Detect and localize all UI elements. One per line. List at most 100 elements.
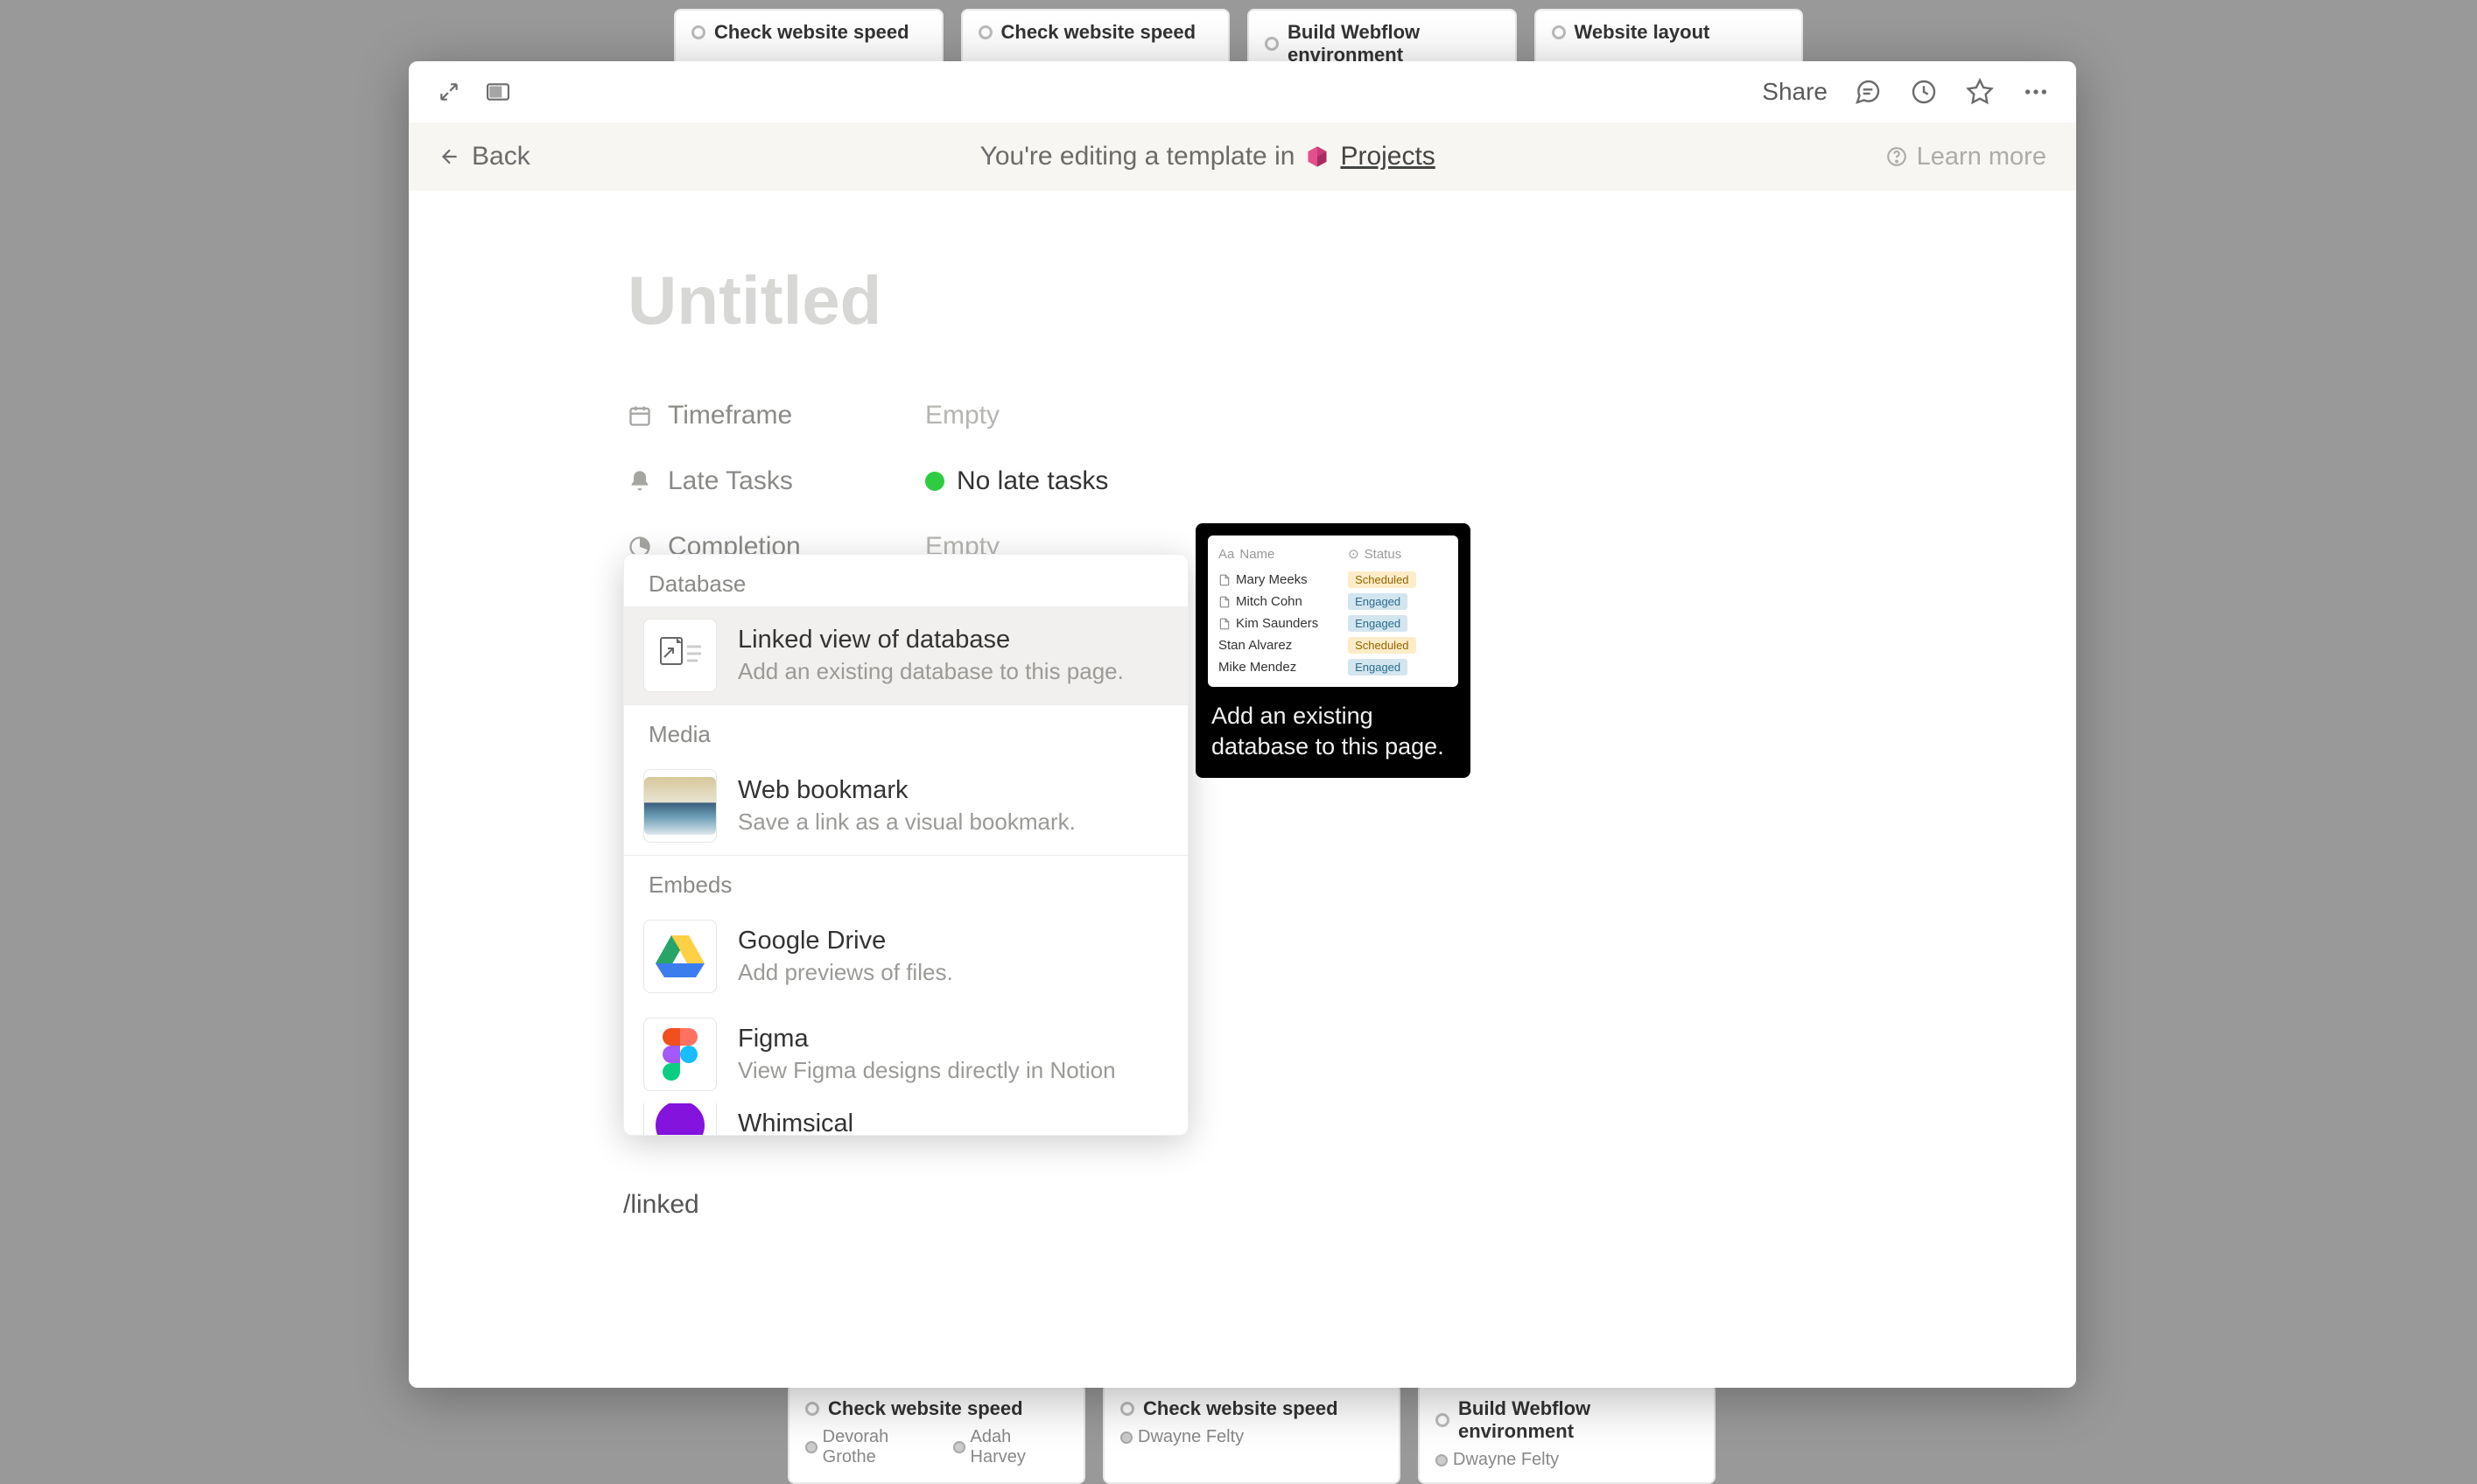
bell-icon bbox=[628, 469, 652, 494]
favorite-icon[interactable] bbox=[1964, 76, 1996, 108]
menu-item-desc: View Figma designs directly in Notion bbox=[738, 1057, 1168, 1084]
linked-db-icon bbox=[643, 619, 717, 692]
property-value[interactable]: No late tasks bbox=[925, 466, 1108, 496]
menu-item-desc: Save a link as a visual bookmark. bbox=[738, 808, 1168, 836]
task-label: Build Webflow environment bbox=[1458, 1397, 1698, 1443]
back-label: Back bbox=[472, 142, 530, 172]
row-name: Mary Meeks bbox=[1236, 572, 1308, 587]
menu-item-web-bookmark[interactable]: Web bookmark Save a link as a visual boo… bbox=[624, 757, 1188, 855]
text-icon: Aa bbox=[1218, 547, 1234, 562]
avatar-icon bbox=[953, 1441, 965, 1453]
property-label: Timeframe bbox=[668, 401, 792, 430]
row-name: Stan Alvarez bbox=[1218, 638, 1292, 653]
avatar-icon bbox=[1120, 1432, 1133, 1444]
col-header-name: Name bbox=[1239, 547, 1274, 562]
status-badge: Scheduled bbox=[1348, 637, 1415, 654]
task-label: Check website speed bbox=[828, 1397, 1023, 1420]
menu-item-figma[interactable]: Figma View Figma designs directly in Not… bbox=[624, 1005, 1188, 1103]
property-label: Late Tasks bbox=[668, 466, 793, 496]
expand-icon[interactable] bbox=[433, 76, 465, 108]
menu-item-desc: Add previews of files. bbox=[738, 959, 1168, 986]
menu-item-title: Whimsical bbox=[738, 1110, 1168, 1136]
table-row: Kim SaundersEngaged bbox=[1218, 612, 1448, 634]
document-icon bbox=[1218, 596, 1231, 608]
preview-tooltip: Aa Name ⊙ Status Mary Meeks Scheduled Mitch … bbox=[1196, 523, 1470, 778]
row-name: Mitch Cohn bbox=[1236, 594, 1302, 609]
task-label: Build Webflow environment bbox=[1288, 21, 1499, 66]
task-check-icon bbox=[805, 1402, 819, 1416]
menu-item-desc: Add an existing database to this page. bbox=[738, 658, 1168, 685]
assignee-name: Adah Harvey bbox=[971, 1427, 1068, 1467]
property-timeframe[interactable]: Timeframe Empty bbox=[628, 382, 1857, 448]
page-content: Untitled Timeframe Empty Late Tasks No l… bbox=[409, 191, 2076, 1388]
template-banner: Back You're editing a template in Projec… bbox=[409, 122, 2076, 191]
task-label: Website layout bbox=[1575, 21, 1710, 44]
status-badge: Engaged bbox=[1348, 659, 1407, 676]
page-modal: Share Back You're editing a template in bbox=[409, 61, 2076, 1388]
page-title[interactable]: Untitled bbox=[628, 261, 1857, 340]
table-row: Mitch Cohn Engaged bbox=[1218, 591, 1448, 612]
task-label: Check website speed bbox=[714, 21, 909, 44]
menu-item-title: Web bookmark bbox=[738, 776, 1168, 805]
share-button[interactable]: Share bbox=[1762, 78, 1828, 106]
task-check-icon bbox=[691, 25, 705, 39]
updates-icon[interactable] bbox=[1908, 76, 1940, 108]
banner-center-text: You're editing a template in Projects bbox=[980, 142, 1435, 172]
document-icon bbox=[1218, 618, 1231, 630]
row-name: Mike Mendez bbox=[1218, 660, 1296, 675]
bg-card: Build Webflow environment Dwayne Felty bbox=[1418, 1383, 1716, 1484]
table-row: Mary Meeks Scheduled bbox=[1218, 569, 1448, 591]
menu-item-title: Linked view of database bbox=[738, 626, 1168, 654]
editing-template-label: You're editing a template in bbox=[980, 142, 1295, 172]
assignee-name: Devorah Grothe bbox=[823, 1427, 943, 1467]
background-board-bottom: Check website speed Devorah Grothe Adah H… bbox=[0, 1378, 2477, 1484]
wave-art-icon bbox=[643, 769, 717, 843]
avatar-icon bbox=[1435, 1454, 1448, 1466]
task-label: Check website speed bbox=[1143, 1397, 1338, 1420]
table-row: Mike Mendez Engaged bbox=[1218, 656, 1448, 678]
tooltip-text: Add an existing database to this page. bbox=[1208, 697, 1458, 766]
avatar-icon bbox=[805, 1441, 817, 1453]
modal-topbar: Share bbox=[409, 61, 2076, 122]
status-icon: ⊙ bbox=[1348, 546, 1359, 562]
more-icon[interactable] bbox=[2020, 76, 2052, 108]
menu-item-title: Google Drive bbox=[738, 927, 1168, 956]
bg-card: Check website speed Devorah Grothe Adah H… bbox=[788, 1383, 1085, 1484]
whimsical-icon bbox=[643, 1103, 717, 1135]
menu-item-google-drive[interactable]: Google Drive Add previews of files. bbox=[624, 907, 1188, 1005]
preview-table: Aa Name ⊙ Status Mary Meeks Scheduled Mitch … bbox=[1208, 536, 1458, 687]
slash-input-text[interactable]: /linked bbox=[623, 1190, 699, 1220]
menu-item-title: Figma bbox=[738, 1025, 1168, 1054]
projects-icon bbox=[1305, 144, 1330, 169]
menu-section-header: Media bbox=[624, 705, 1188, 757]
slash-command-menu: Database Linked view of database Add an … bbox=[623, 554, 1189, 1136]
status-dot-green-icon bbox=[925, 472, 944, 491]
task-check-icon bbox=[1552, 25, 1566, 39]
task-check-icon bbox=[1120, 1402, 1134, 1416]
status-badge: Engaged bbox=[1348, 615, 1407, 632]
task-check-icon bbox=[979, 25, 993, 39]
comments-icon[interactable] bbox=[1852, 76, 1884, 108]
property-late-tasks[interactable]: Late Tasks No late tasks bbox=[628, 448, 1857, 514]
property-value[interactable]: Empty bbox=[925, 401, 1000, 430]
task-check-icon bbox=[1265, 37, 1279, 51]
status-badge: Engaged bbox=[1348, 593, 1407, 610]
peek-mode-icon[interactable] bbox=[482, 76, 514, 108]
google-drive-icon bbox=[643, 920, 717, 993]
menu-item-linked-database[interactable]: Linked view of database Add an existing … bbox=[624, 606, 1188, 704]
status-badge: Scheduled bbox=[1348, 571, 1415, 588]
assignee-name: Dwayne Felty bbox=[1138, 1427, 1244, 1447]
col-header-status: Status bbox=[1365, 547, 1402, 562]
menu-section-header: Database bbox=[624, 555, 1188, 606]
bg-card: Check website speed Dwayne Felty bbox=[1103, 1383, 1400, 1484]
learn-more-link[interactable]: Learn more bbox=[1885, 143, 2046, 172]
document-icon bbox=[1218, 574, 1231, 586]
task-check-icon bbox=[1435, 1413, 1449, 1427]
task-label: Check website speed bbox=[1001, 21, 1196, 44]
projects-link[interactable]: Projects bbox=[1340, 142, 1435, 172]
menu-item-whimsical[interactable]: Whimsical bbox=[624, 1103, 1188, 1135]
assignee-name: Dwayne Felty bbox=[1453, 1450, 1559, 1470]
learn-more-label: Learn more bbox=[1917, 143, 2046, 172]
table-row: Stan Alvarez Scheduled bbox=[1218, 634, 1448, 656]
back-button[interactable]: Back bbox=[439, 142, 530, 172]
